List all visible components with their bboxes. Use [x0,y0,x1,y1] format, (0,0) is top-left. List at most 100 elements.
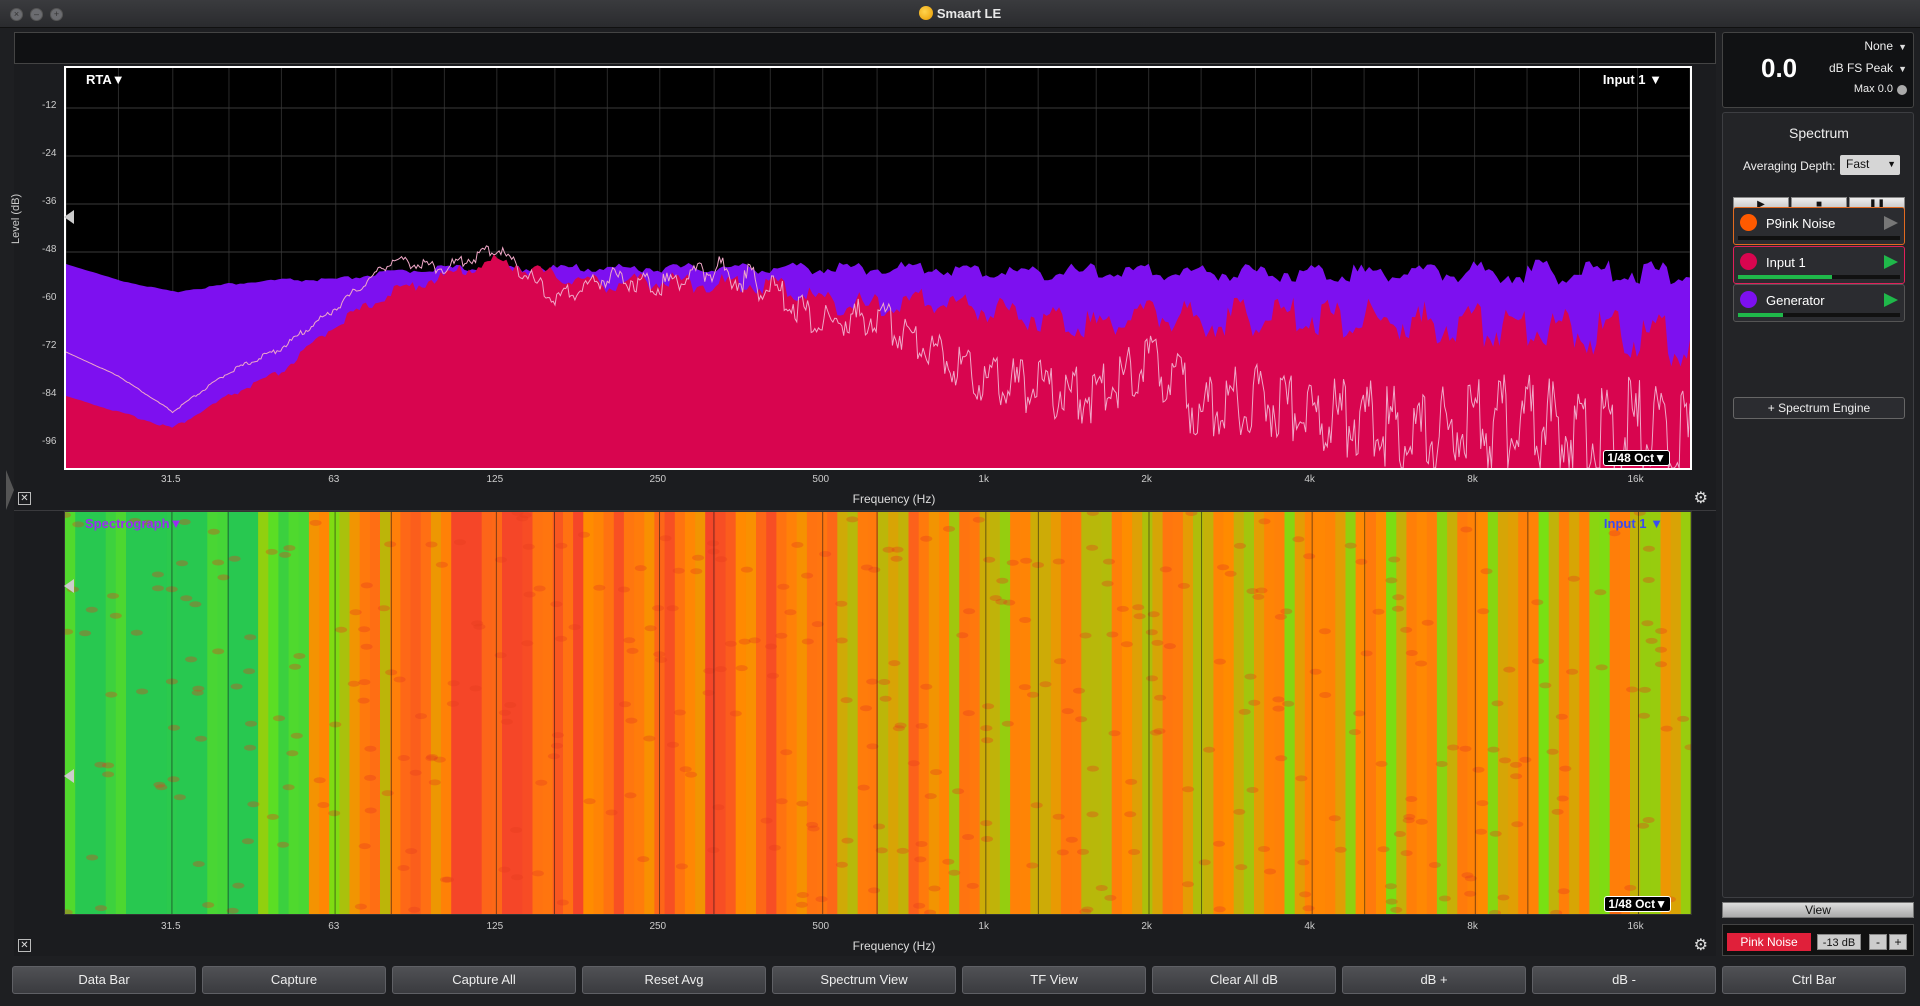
spectrograph-speckle [568,624,581,631]
spectrograph-speckle [1203,746,1216,753]
spectrograph-speckle [996,577,1009,584]
toolbar-clear-all-db-button[interactable]: Clear All dB [1152,966,1336,994]
spectrograph-speckle [1390,906,1403,913]
spectrograph-speckle [347,680,360,687]
spectrograph-speckle [551,742,563,749]
spectrograph-band [939,512,950,914]
spectrograph-speckle [243,668,256,675]
spectrograph-speckle [707,847,720,854]
spectrograph-speckle [551,732,564,739]
spectrograph-speckle [644,625,657,632]
toolbar-capture-button[interactable]: Capture [202,966,386,994]
generator-level-field[interactable]: -13 dB [1817,934,1861,950]
spectrograph-speckle [1124,811,1137,818]
toolbar-reset-avg-button[interactable]: Reset Avg [582,966,766,994]
spectrograph-speckle [1019,617,1032,623]
toolbar-capture-all-button[interactable]: Capture All [392,966,576,994]
spectrograph-speckle [415,713,427,720]
spectrograph-speckle [1280,608,1293,615]
spectrograph-speckle [777,583,790,590]
toolbar-dbplus-button[interactable]: dB - [1532,966,1716,994]
spectrograph-speckle [1234,542,1246,549]
rta-close-icon[interactable]: ✕ [18,492,31,505]
spectrograph-speckle [1026,862,1039,869]
view-button[interactable]: View [1722,902,1914,918]
generator-level-decrease-button[interactable]: - [1869,934,1887,950]
spectrograph-speckle [1348,729,1361,736]
spectrograph-speckle [397,865,410,871]
toolbar-spectrum-view-button[interactable]: Spectrum View [772,966,956,994]
spectrograph-speckle [1642,545,1655,552]
rta-resolution-label: 1/48 Oct [1607,451,1655,465]
side-drawer-handle[interactable] [6,470,14,510]
engine-color-swatch-icon[interactable] [1740,253,1757,270]
engine-play-icon[interactable] [1884,255,1898,269]
engine-color-swatch-icon[interactable] [1740,214,1757,231]
spectrograph-band [1619,512,1631,914]
meter-clip-indicator-icon[interactable] [1897,85,1907,95]
spectrograph-speckle [1319,692,1332,698]
spectrograph-band [115,512,127,914]
engine-level-meter [1738,275,1900,279]
rta-mode-dropdown[interactable]: RTA▼ [86,72,125,87]
title-bar: × – + Smaart LE [0,0,1920,28]
spectrograph-input-dropdown[interactable]: Input 1 ▼ [1604,516,1663,531]
spectrograph-speckle [435,561,448,568]
toolbar-tf-view-button[interactable]: TF View [962,966,1146,994]
pink-noise-generator-button[interactable]: Pink Noise [1727,933,1811,951]
rta-resolution-dropdown[interactable]: 1/48 Oct▼ [1603,450,1670,466]
rta-settings-gear-icon[interactable]: ⚙ [1694,488,1708,508]
meter-source-caret-icon[interactable]: ▼ [1898,42,1907,52]
spectrograph-band [1497,512,1509,914]
spectrograph-speckle [1095,885,1108,891]
spectrograph-speckle [1303,553,1316,560]
spectrograph-speckle [102,771,115,778]
spectrograph-speckle [1198,859,1211,866]
spectrograph-speckle [1056,849,1069,856]
spectrum-engine-3[interactable]: Generator [1733,284,1905,322]
spectrograph-speckle [748,637,761,644]
meter-mode-dropdown[interactable]: dB FS Peak [1829,61,1893,75]
engine-color-swatch-icon[interactable] [1740,291,1757,308]
spectrograph-speckle [357,697,370,704]
spectrograph-speckle [796,892,809,898]
spectrograph-band [1335,512,1347,914]
meter-mode-caret-icon[interactable]: ▼ [1898,64,1907,74]
toolbar-dbplus-button[interactable]: dB + [1342,966,1526,994]
rta-threshold-handle[interactable] [64,210,74,224]
spectrograph-speckle [1377,846,1390,853]
spectrum-engine-2[interactable]: Input 1 [1733,246,1905,284]
spectrograph-speckle [1246,588,1259,595]
spectrograph-band [786,512,798,914]
spectrograph-upper-handle[interactable] [64,579,74,593]
spectrograph-mode-dropdown[interactable]: Spectrograph▼ [85,516,182,531]
generator-level-increase-button[interactable]: + [1889,934,1907,950]
spectrograph-speckle [1213,906,1226,913]
spectrum-engine-1[interactable]: P9ink Noise [1733,207,1905,245]
spectrograph-speckle [835,861,848,868]
spectrograph-band [806,512,818,914]
spectrograph-speckle [1145,629,1158,636]
engine-play-icon[interactable] [1884,293,1898,307]
rta-plot-area[interactable]: RTA▼ Input 1 ▼ 1/48 Oct▼ [64,66,1692,470]
spectrograph-lower-handle[interactable] [64,769,74,783]
spectrograph-resolution-dropdown[interactable]: 1/48 Oct▼ [1604,896,1671,912]
spectrograph-speckle [230,683,243,690]
add-spectrum-engine-button[interactable]: + Spectrum Engine [1733,397,1905,419]
spectrograph-speckle [1459,745,1472,752]
rta-y-tick: -96 [42,436,57,447]
engine-level-meter [1738,236,1900,240]
averaging-depth-select[interactable]: Fast ▼ [1840,155,1900,175]
toolbar-data-bar-button[interactable]: Data Bar [12,966,196,994]
spectrograph-area[interactable]: Spectrograph▼ Input 1 ▼ 1/48 Oct▼ [64,511,1692,915]
spectrograph-speckle [1252,593,1265,600]
engine-play-icon[interactable] [1884,216,1898,230]
rta-input-dropdown[interactable]: Input 1 ▼ [1603,72,1662,87]
spectrograph-settings-gear-icon[interactable]: ⚙ [1694,935,1708,955]
spectrograph-close-icon[interactable]: ✕ [18,939,31,952]
toolbar-ctrl-bar-button[interactable]: Ctrl Bar [1722,966,1906,994]
spectrograph-speckle [1402,817,1415,824]
meter-source-dropdown[interactable]: None [1864,39,1893,53]
spectrograph-speckle [1075,716,1088,723]
spectrograph-speckle [1104,894,1117,901]
